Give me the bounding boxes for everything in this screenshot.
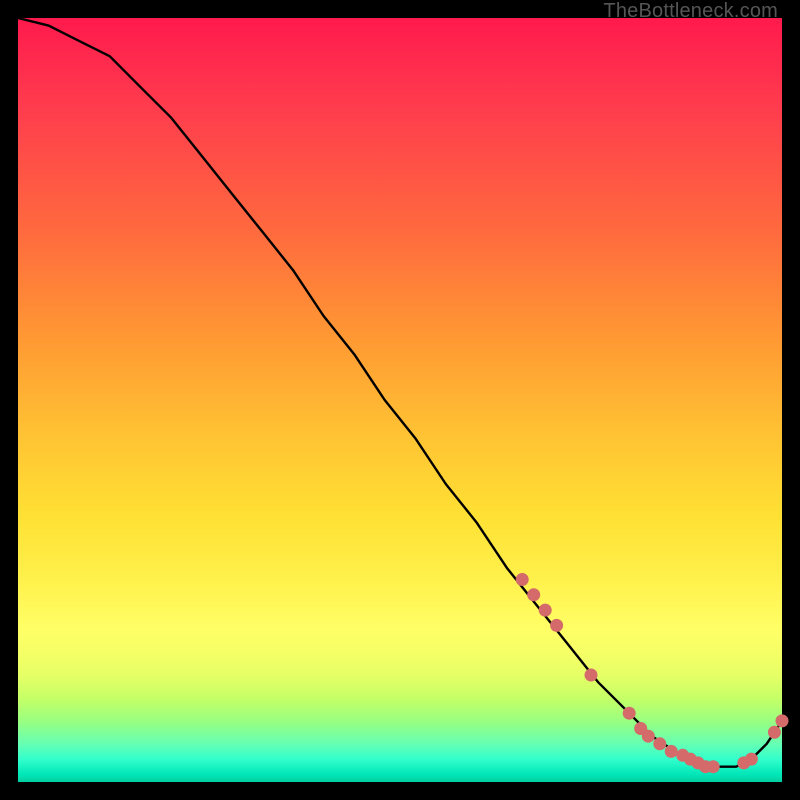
data-marker bbox=[642, 730, 655, 743]
chart-svg bbox=[18, 18, 782, 782]
data-marker bbox=[539, 604, 552, 617]
plot-area bbox=[18, 18, 782, 782]
data-marker bbox=[745, 753, 758, 766]
chart-frame: TheBottleneck.com bbox=[0, 0, 800, 800]
data-marker bbox=[623, 707, 636, 720]
data-marker bbox=[527, 588, 540, 601]
data-marker bbox=[665, 745, 678, 758]
data-marker bbox=[707, 760, 720, 773]
bottleneck-curve bbox=[18, 18, 782, 767]
data-marker bbox=[768, 726, 781, 739]
data-marker bbox=[550, 619, 563, 632]
data-marker bbox=[516, 573, 529, 586]
data-marker bbox=[776, 714, 789, 727]
markers-group bbox=[516, 573, 789, 773]
data-marker bbox=[585, 669, 598, 682]
data-marker bbox=[653, 737, 666, 750]
